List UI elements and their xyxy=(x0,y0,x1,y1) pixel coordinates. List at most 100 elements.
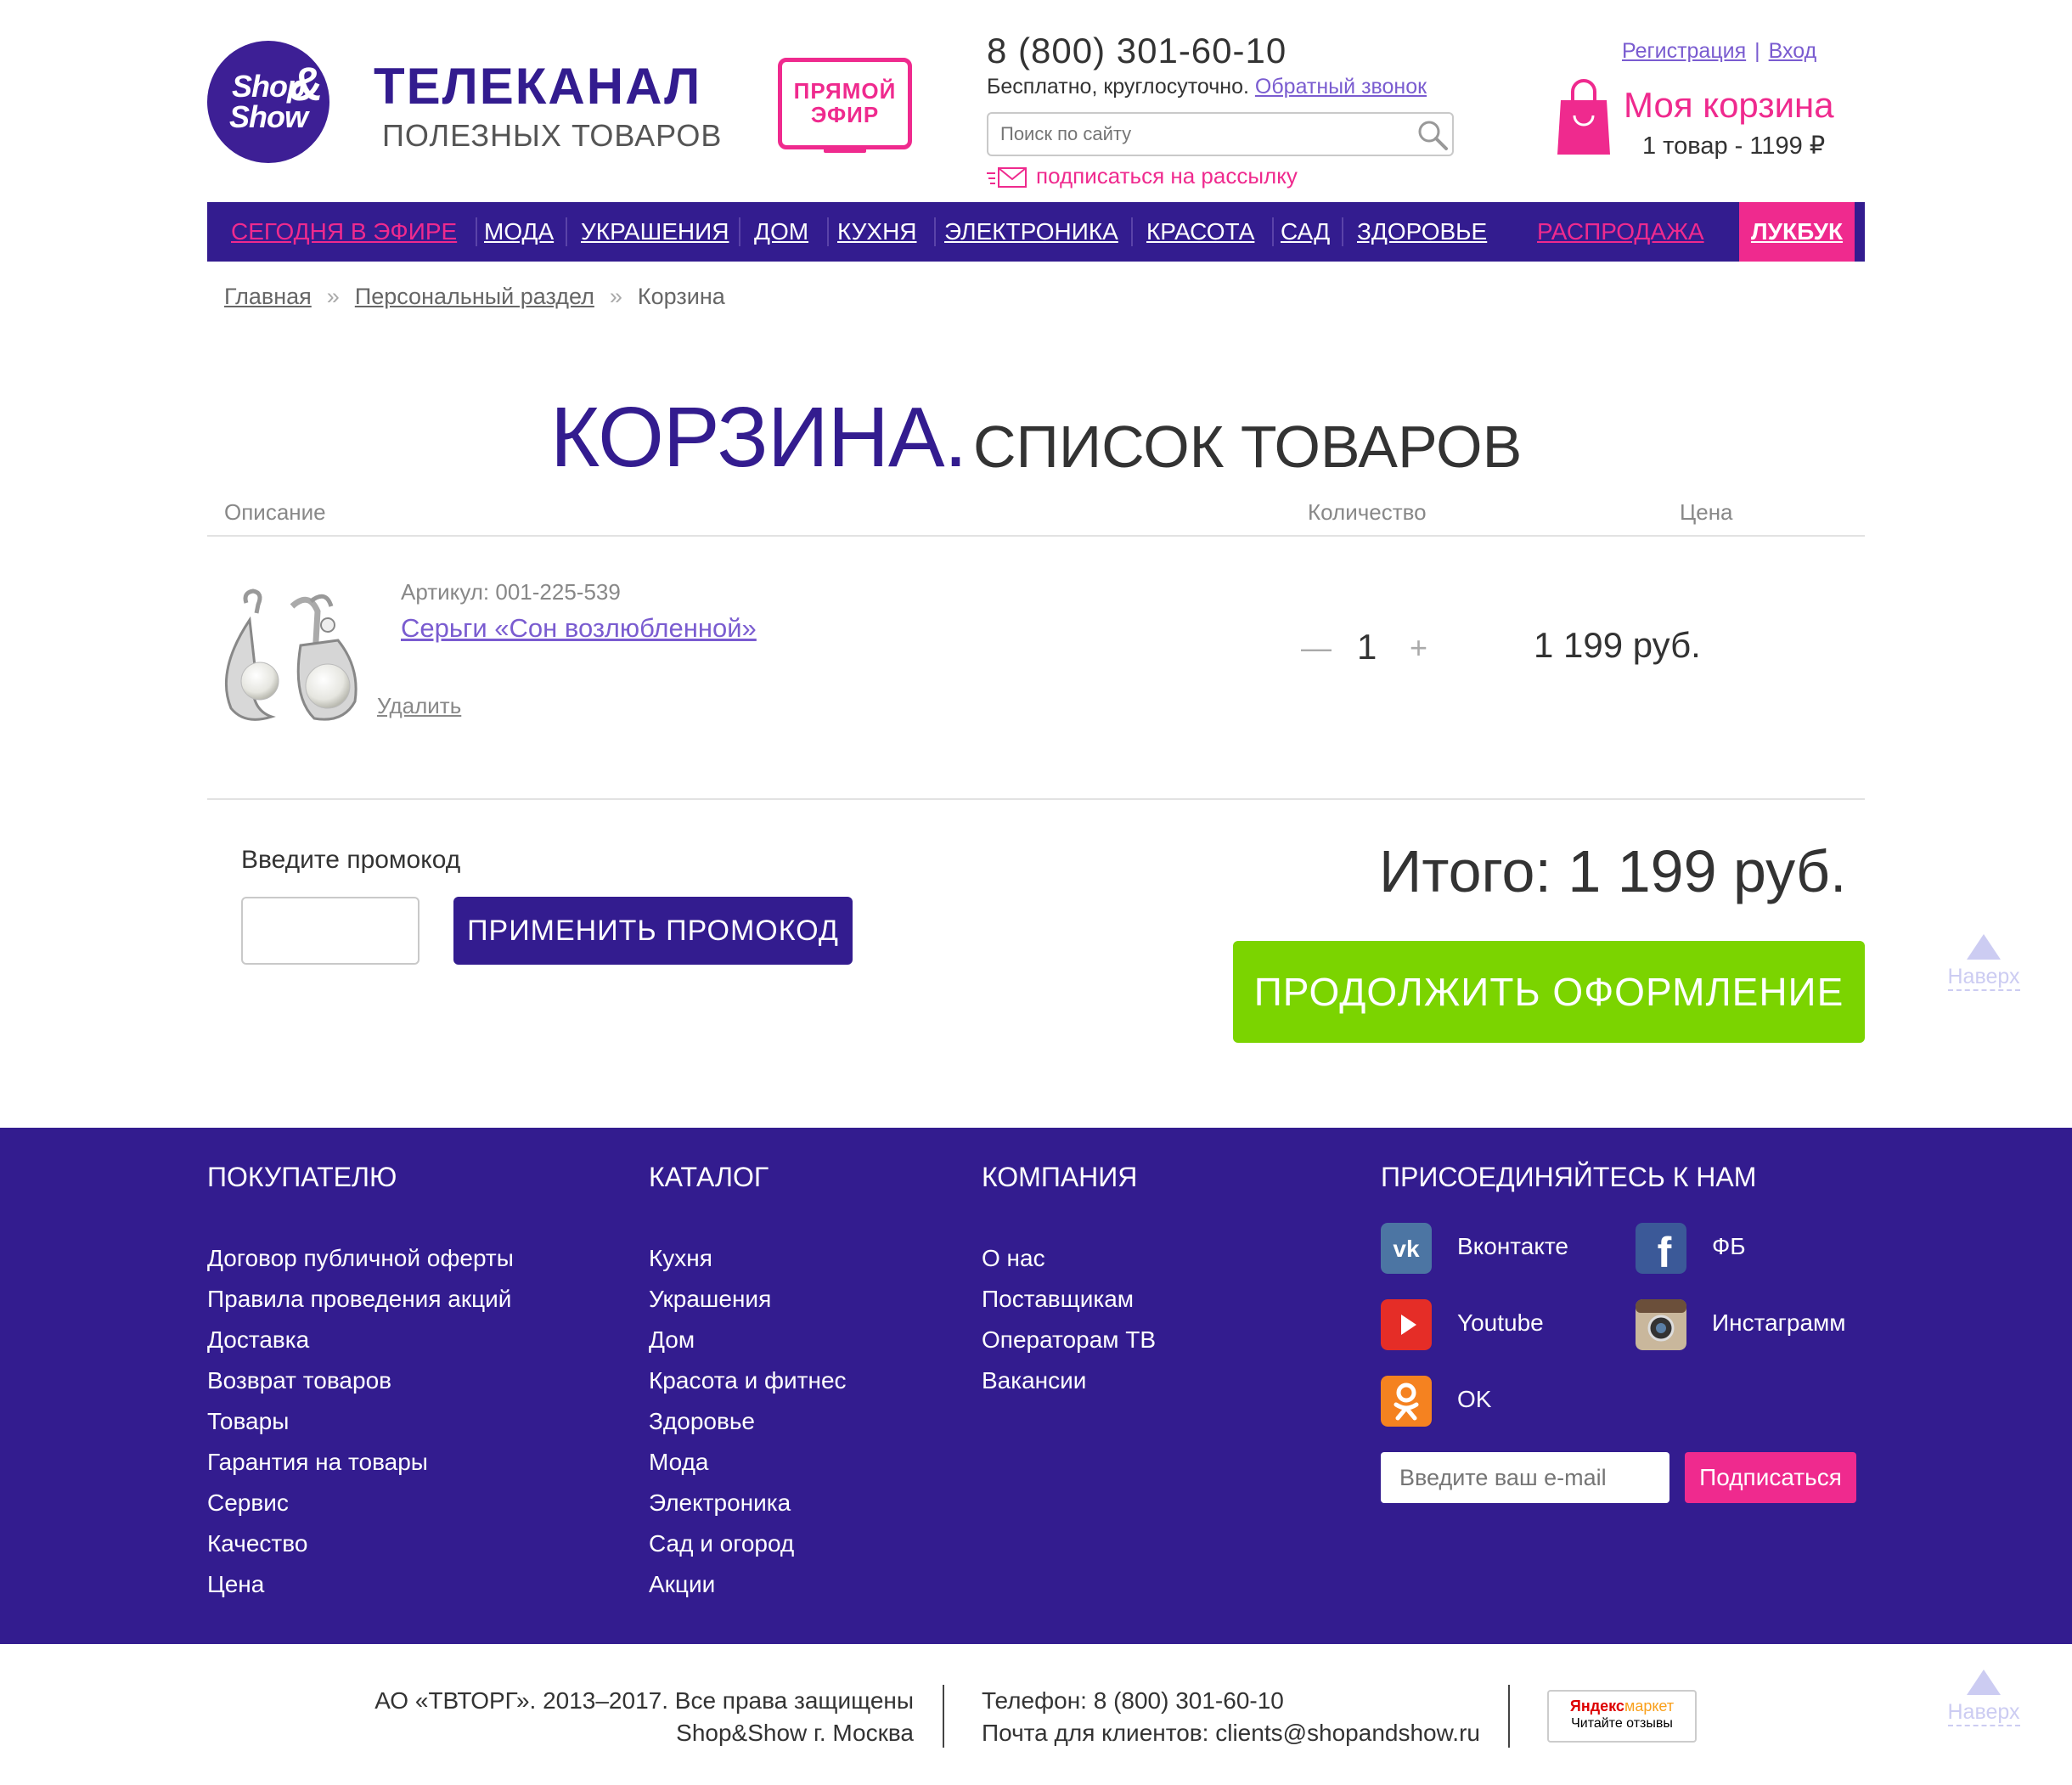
search-icon[interactable] xyxy=(1416,119,1449,151)
footer-link[interactable]: Гарантия на товары xyxy=(207,1442,514,1483)
product-image-earrings[interactable] xyxy=(216,586,365,727)
contact-email[interactable]: Почта для клиентов: clients@shopandshow.… xyxy=(982,1717,1480,1749)
login-link[interactable]: Вход xyxy=(1769,39,1817,63)
breadcrumb-home[interactable]: Главная xyxy=(224,284,312,309)
footer-link[interactable]: Правила проведения акций xyxy=(207,1279,514,1320)
live-broadcast-button[interactable]: ПРЯМОЙ ЭФИР xyxy=(778,58,912,149)
contact-phone: Телефон: 8 (800) 301-60-10 xyxy=(982,1687,1284,1714)
column-header-description: Описание xyxy=(224,499,326,525)
instagram-icon[interactable] xyxy=(1636,1299,1686,1350)
cart-total: Итого: 1 199 руб. xyxy=(1379,838,1847,904)
nav-item-fashion[interactable]: МОДА xyxy=(484,202,554,262)
breadcrumb-separator: » xyxy=(609,284,622,309)
nav-item-lookbook[interactable]: ЛУКБУК xyxy=(1739,202,1855,262)
instagram-link[interactable]: Инстаграмм xyxy=(1712,1309,1846,1337)
youtube-link[interactable]: Youtube xyxy=(1457,1309,1544,1337)
odnoklassniki-icon[interactable] xyxy=(1381,1376,1432,1427)
phone-note: Бесплатно, круглосуточно. Обратный звоно… xyxy=(987,75,1427,99)
newsletter-subscribe-button[interactable]: Подписаться xyxy=(1685,1452,1856,1503)
breadcrumb-personal[interactable]: Персональный раздел xyxy=(355,284,594,309)
nav-item-health[interactable]: ЗДОРОВЬЕ xyxy=(1357,202,1487,262)
breadcrumb-current: Корзина xyxy=(637,284,725,309)
nav-item-home[interactable]: ДОМ xyxy=(754,202,808,262)
nav-item-beauty[interactable]: КРАСОТА xyxy=(1146,202,1254,262)
register-link[interactable]: Регистрация xyxy=(1622,39,1746,63)
footer-heading-catalog: КАТАЛОГ xyxy=(649,1162,769,1192)
footer-link[interactable]: Красота и фитнес xyxy=(649,1360,847,1401)
back-to-top-link[interactable]: Наверх xyxy=(1941,1670,2026,1726)
footer-link[interactable]: Товары xyxy=(207,1401,514,1442)
nav-item-kitchen[interactable]: КУХНЯ xyxy=(837,202,917,262)
yandex-label: Яндекс xyxy=(1569,1698,1624,1715)
footer-heading-company: КОМПАНИЯ xyxy=(982,1162,1138,1192)
footer-link[interactable]: Возврат товаров xyxy=(207,1360,514,1401)
footer-link[interactable]: Мода xyxy=(649,1442,847,1483)
cart-summary: 1 товар - 1199 ₽ xyxy=(1642,132,1826,160)
divider xyxy=(207,798,1865,800)
checkout-button[interactable]: ПРОДОЛЖИТЬ ОФОРМЛЕНИЕ xyxy=(1233,941,1865,1043)
auth-separator: | xyxy=(1754,39,1760,63)
footer-link[interactable]: Вакансии xyxy=(982,1360,1156,1401)
remove-item-link[interactable]: Удалить xyxy=(377,693,461,719)
search-input[interactable] xyxy=(988,114,1388,155)
item-price: 1 199 руб. xyxy=(1534,625,1701,665)
svg-text:vk: vk xyxy=(1393,1236,1420,1262)
svg-text:f: f xyxy=(1658,1229,1672,1274)
footer-link[interactable]: Операторам ТВ xyxy=(982,1320,1156,1360)
youtube-icon[interactable] xyxy=(1381,1299,1432,1350)
footer-link[interactable]: О нас xyxy=(982,1238,1156,1279)
divider xyxy=(943,1685,944,1748)
vk-icon[interactable]: vk xyxy=(1381,1223,1432,1274)
facebook-icon[interactable]: f xyxy=(1636,1223,1686,1274)
shop-and-show-logo[interactable]: Shop Show & xyxy=(207,41,329,163)
nav-item-sale[interactable]: РАСПРОДАЖА xyxy=(1537,202,1704,262)
nav-item-today-on-air[interactable]: СЕГОДНЯ В ЭФИРЕ xyxy=(231,202,457,262)
nav-divider xyxy=(476,217,477,246)
page-subtitle: СПИСОК ТОВАРОВ xyxy=(973,414,1523,480)
nav-item-garden[interactable]: САД xyxy=(1281,202,1330,262)
product-name-link[interactable]: Серьги «Сон возлюбленной» xyxy=(401,613,757,644)
footer-link[interactable]: Украшения xyxy=(649,1279,847,1320)
tv-stand-icon xyxy=(824,146,866,153)
column-header-quantity: Количество xyxy=(1308,499,1427,525)
nav-divider xyxy=(1342,217,1343,246)
logo-ampersand: & xyxy=(289,57,324,110)
yandex-market-logo: Яндексмаркет xyxy=(1549,1697,1695,1715)
apply-promo-button[interactable]: ПРИМЕНИТЬ ПРОМОКОД xyxy=(453,897,853,965)
footer-link[interactable]: Электроника xyxy=(649,1483,847,1523)
footer-heading-customer: ПОКУПАТЕЛЮ xyxy=(207,1162,397,1192)
promo-code-input[interactable] xyxy=(241,897,419,965)
newsletter-email-input[interactable] xyxy=(1381,1452,1669,1503)
main-navigation: СЕГОДНЯ В ЭФИРЕ МОДА УКРАШЕНИЯ ДОМ КУХНЯ… xyxy=(207,202,1865,262)
footer-link[interactable]: Поставщикам xyxy=(982,1279,1156,1320)
cart-title-link[interactable]: Моя корзина xyxy=(1624,85,1834,126)
subscribe-link[interactable]: подписаться на рассылку xyxy=(987,163,1298,189)
footer-link[interactable]: Сад и огород xyxy=(649,1523,847,1564)
footer-link[interactable]: Качество xyxy=(207,1523,514,1564)
nav-item-electronics[interactable]: ЭЛЕКТРОНИКА xyxy=(944,202,1118,262)
footer-link[interactable]: Дом xyxy=(649,1320,847,1360)
callback-link[interactable]: Обратный звонок xyxy=(1255,75,1427,99)
nav-divider xyxy=(1272,217,1274,246)
ok-link[interactable]: OK xyxy=(1457,1386,1491,1413)
footer-link[interactable]: Договор публичной оферты xyxy=(207,1238,514,1279)
footer-link[interactable]: Цена xyxy=(207,1564,514,1605)
footer-link[interactable]: Акции xyxy=(649,1564,847,1605)
search-box xyxy=(987,112,1454,156)
phone-note-text: Бесплатно, круглосуточно. xyxy=(987,75,1249,99)
shopping-bag-icon[interactable] xyxy=(1557,76,1610,155)
decrease-quantity-button[interactable]: — xyxy=(1301,630,1332,666)
copyright-block: АО «ТВТОРГ». 2013–2017. Все права защище… xyxy=(374,1685,914,1749)
product-sku: Артикул: 001-225-539 xyxy=(401,579,621,605)
yandex-market-badge[interactable]: Яндексмаркет Читайте отзывы xyxy=(1547,1690,1697,1743)
footer-link[interactable]: Здоровье xyxy=(649,1401,847,1442)
contacts-block: Телефон: 8 (800) 301-60-10 Почта для кли… xyxy=(982,1685,1480,1749)
nav-item-jewelry[interactable]: УКРАШЕНИЯ xyxy=(581,202,729,262)
footer-link[interactable]: Сервис xyxy=(207,1483,514,1523)
facebook-link[interactable]: ФБ xyxy=(1712,1233,1746,1260)
vk-link[interactable]: Вконтакте xyxy=(1457,1233,1568,1260)
back-to-top-link[interactable]: Наверх xyxy=(1941,934,2026,991)
increase-quantity-button[interactable]: + xyxy=(1410,630,1427,666)
footer-link[interactable]: Доставка xyxy=(207,1320,514,1360)
footer-link[interactable]: Кухня xyxy=(649,1238,847,1279)
